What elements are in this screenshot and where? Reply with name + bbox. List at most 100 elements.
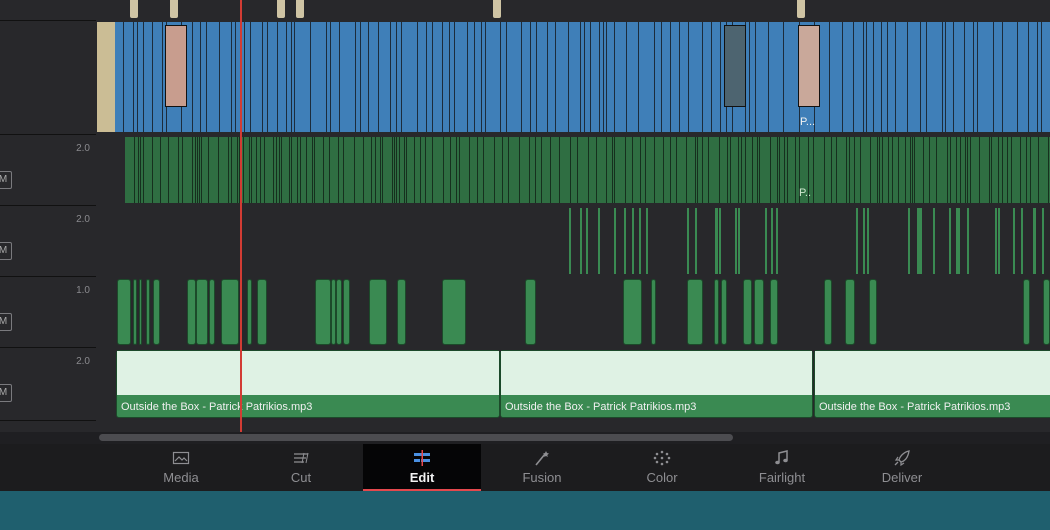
video-clip[interactable] — [501, 22, 507, 132]
audio-clip[interactable] — [863, 208, 865, 274]
mute-button[interactable]: M — [0, 171, 12, 189]
audio-clip[interactable] — [771, 137, 778, 203]
video-clip[interactable] — [295, 22, 311, 132]
video-clip[interactable] — [220, 22, 232, 132]
audio-clip[interactable] — [381, 137, 383, 203]
audio-clip[interactable] — [855, 137, 861, 203]
audio-clip[interactable] — [915, 137, 924, 203]
video-clip[interactable] — [1018, 22, 1029, 132]
audio-clip[interactable] — [913, 137, 915, 203]
audio-clip[interactable] — [161, 137, 169, 203]
video-clip[interactable] — [607, 22, 615, 132]
audio-clip[interactable] — [992, 137, 999, 203]
audio-clip[interactable] — [765, 208, 767, 274]
audio-clip[interactable] — [742, 137, 746, 203]
audio-clip[interactable] — [633, 137, 641, 203]
audio-clip[interactable] — [746, 137, 753, 203]
audio-clip[interactable] — [470, 137, 478, 203]
video-clip[interactable] — [994, 22, 1003, 132]
audio-clip[interactable] — [770, 279, 778, 345]
audio-clip[interactable] — [525, 279, 536, 345]
audio-clip[interactable] — [951, 137, 957, 203]
video-clip[interactable] — [689, 22, 703, 132]
subtitle-marker[interactable] — [277, 0, 285, 18]
audio-clip[interactable] — [832, 137, 837, 203]
audio-clip[interactable] — [209, 137, 219, 203]
video-clip[interactable] — [662, 22, 671, 132]
audio-clip[interactable] — [520, 137, 530, 203]
audio-clip[interactable] — [646, 208, 648, 274]
audio-clip[interactable] — [442, 279, 466, 345]
audio-clip[interactable] — [586, 208, 588, 274]
audio-clip[interactable] — [393, 137, 395, 203]
audio-clip[interactable] — [920, 208, 922, 274]
audio-clip[interactable] — [252, 137, 257, 203]
video-clip[interactable] — [418, 22, 427, 132]
audio-clip[interactable] — [871, 137, 878, 203]
audio-clip[interactable] — [949, 208, 951, 274]
audio-clip[interactable] — [785, 137, 788, 203]
audio-clip[interactable] — [457, 137, 460, 203]
audio-clip[interactable] — [364, 137, 372, 203]
audio-clip[interactable] — [933, 208, 935, 274]
video-clip[interactable] — [327, 22, 331, 132]
audio-clip[interactable] — [906, 137, 911, 203]
video-clip[interactable] — [427, 22, 433, 132]
subtitle-marker[interactable] — [130, 0, 138, 18]
audio-clip[interactable] — [397, 137, 400, 203]
audio-clip[interactable] — [677, 137, 687, 203]
video-clip[interactable] — [639, 22, 655, 132]
audio-clip[interactable] — [1031, 137, 1039, 203]
audio-clip[interactable] — [1027, 137, 1031, 203]
audio-clip[interactable] — [908, 208, 910, 274]
video-clip[interactable] — [486, 22, 501, 132]
video-clip[interactable] — [874, 22, 882, 132]
audio-clip[interactable] — [400, 137, 405, 203]
video-thumbnail[interactable] — [724, 25, 746, 107]
audio-clip[interactable] — [780, 137, 785, 203]
video-clip[interactable] — [896, 22, 908, 132]
video-clip[interactable] — [207, 22, 220, 132]
audio-clip[interactable] — [315, 137, 324, 203]
video-clip[interactable] — [864, 22, 867, 132]
audio-clip[interactable] — [961, 137, 966, 203]
audio-clip[interactable] — [861, 137, 871, 203]
audio-clip[interactable] — [219, 137, 229, 203]
audio-clip[interactable] — [623, 279, 642, 345]
video-clip[interactable] — [311, 22, 327, 132]
video-clip[interactable] — [331, 22, 340, 132]
video-clip[interactable] — [97, 22, 115, 132]
audio-clip[interactable] — [597, 137, 607, 203]
music-clip[interactable]: Outside the Box - Patrick Patrikios.mp3 — [116, 350, 500, 418]
audio-clip[interactable] — [1003, 137, 1008, 203]
audio-clip[interactable] — [153, 137, 161, 203]
audio-clip[interactable] — [980, 137, 990, 203]
audio-clip[interactable] — [738, 208, 740, 274]
audio-track-header-a1[interactable]: 2.0 M — [0, 135, 96, 206]
audio-clip[interactable] — [355, 137, 364, 203]
audio-clip[interactable] — [407, 137, 415, 203]
audio-clip[interactable] — [560, 137, 571, 203]
audio-clip[interactable] — [641, 137, 646, 203]
audio-clip[interactable] — [850, 137, 855, 203]
audio-clip[interactable] — [530, 137, 536, 203]
audio-clip[interactable] — [967, 208, 969, 274]
video-clip[interactable] — [954, 22, 965, 132]
page-tab-fairlight[interactable]: Fairlight — [723, 444, 841, 491]
subtitle-marker[interactable] — [296, 0, 304, 18]
video-clip[interactable] — [455, 22, 468, 132]
audio-clip[interactable] — [315, 279, 331, 345]
video-clip[interactable] — [124, 22, 134, 132]
audio-clip[interactable] — [776, 208, 778, 274]
audio-clip[interactable] — [893, 137, 899, 203]
video-clip[interactable] — [627, 22, 639, 132]
audio-clip[interactable] — [383, 137, 393, 203]
audio-clip[interactable] — [331, 279, 336, 345]
audio-clip[interactable] — [999, 137, 1003, 203]
video-clip[interactable] — [268, 22, 278, 132]
audio-clip[interactable] — [971, 137, 980, 203]
audio-clip[interactable] — [651, 279, 656, 345]
audio-clip[interactable] — [421, 137, 426, 203]
audio-track-header-a4[interactable]: 2.0 M — [0, 348, 96, 421]
audio-clip[interactable] — [614, 208, 616, 274]
